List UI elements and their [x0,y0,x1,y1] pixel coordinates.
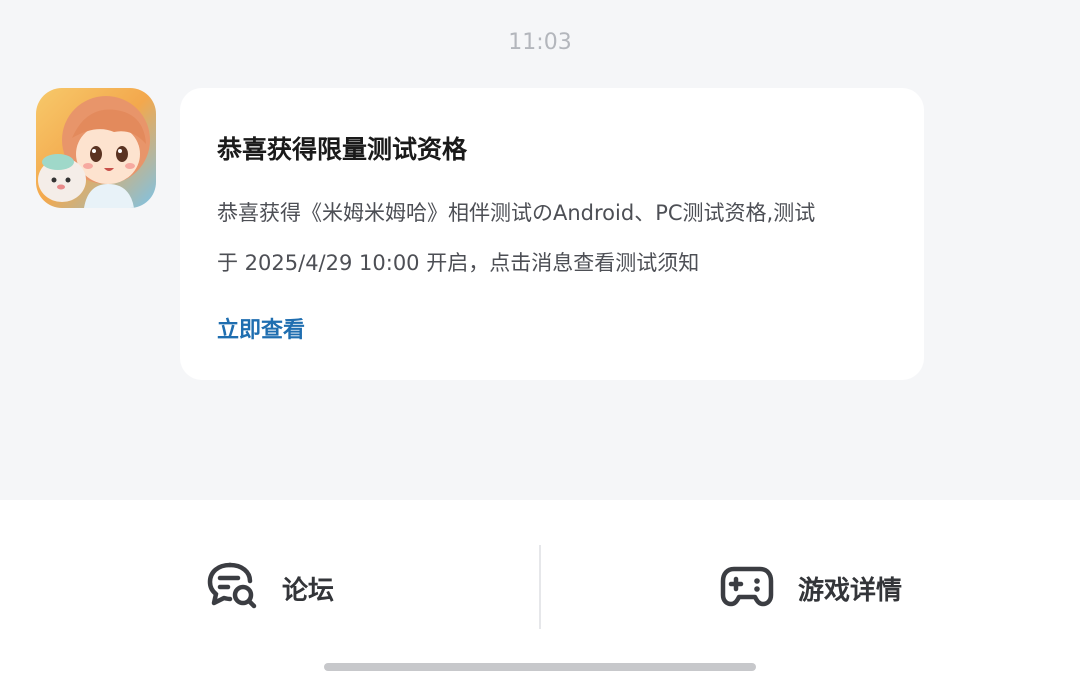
message-timestamp: 11:03 [508,30,572,55]
avatar-illustration [36,88,156,208]
game-app-icon[interactable] [36,88,156,208]
home-indicator[interactable] [324,663,756,671]
view-now-link[interactable]: 立即查看 [217,312,305,344]
chat-search-icon [206,561,258,615]
bottom-action-bar: 论坛 游戏详情 [0,500,1080,674]
forum-label: 论坛 [282,575,335,606]
gamepad-icon [720,565,774,611]
game-details-label: 游戏详情 [798,575,903,606]
bottom-bar-divider [539,545,541,629]
notification-title: 恭喜获得限量测试资格 [217,135,468,164]
notification-body: 恭喜获得《米姆米姆哈》相伴测试のAndroid、PC测试资格,测试 于 2025… [217,188,888,288]
game-details-button[interactable]: 游戏详情 [720,560,902,616]
forum-button[interactable]: 论坛 [206,560,334,616]
notification-card[interactable]: 恭喜获得限量测试资格 恭喜获得《米姆米姆哈》相伴测试のAndroid、PC测试资… [180,88,924,380]
notification-body-line-2: 于 2025/4/29 10:00 开启，点击消息查看测试须知 [217,251,700,275]
notification-body-line-1: 恭喜获得《米姆米姆哈》相伴测试のAndroid、PC测试资格,测试 [217,201,816,225]
